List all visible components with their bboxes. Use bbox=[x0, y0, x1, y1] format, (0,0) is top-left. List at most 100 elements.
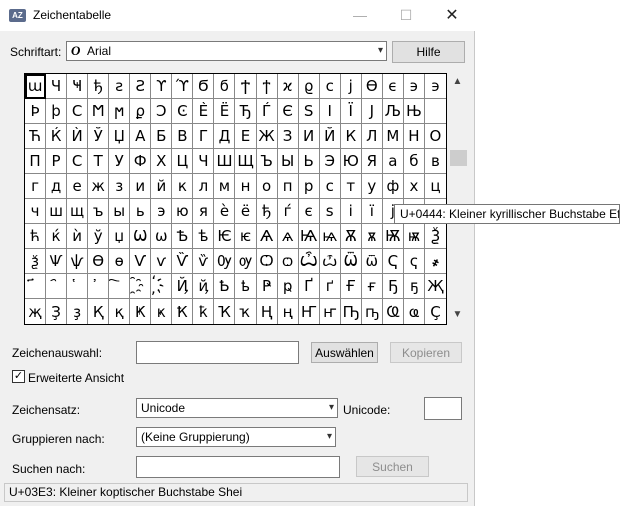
character-cell[interactable]: Ѝ bbox=[67, 124, 89, 149]
select-button[interactable]: Auswählen bbox=[311, 342, 378, 363]
character-cell[interactable]: Б bbox=[151, 124, 173, 149]
character-cell[interactable]: Ҕ bbox=[382, 274, 404, 299]
character-cell[interactable]: Ϻ bbox=[88, 99, 110, 124]
character-cell[interactable]: Ѣ bbox=[172, 224, 194, 249]
character-cell[interactable]: ї bbox=[361, 199, 383, 224]
character-cell[interactable]: ϒ bbox=[151, 74, 173, 99]
scroll-up-icon[interactable]: ▲ bbox=[449, 76, 466, 87]
character-cell[interactable]: ҡ bbox=[235, 299, 257, 324]
character-cell[interactable]: ќ bbox=[46, 224, 68, 249]
character-cell[interactable]: Ё bbox=[214, 99, 236, 124]
character-cell[interactable]: н bbox=[235, 174, 257, 199]
character-cell[interactable]: Я bbox=[361, 149, 383, 174]
character-cell[interactable]: ϰ bbox=[277, 74, 299, 99]
character-cell[interactable]: т bbox=[340, 174, 362, 199]
selection-input[interactable] bbox=[136, 341, 299, 364]
character-cell[interactable]: þ bbox=[46, 99, 68, 124]
character-cell[interactable]: ѳ bbox=[109, 249, 131, 274]
character-cell[interactable]: Ҋ bbox=[172, 274, 194, 299]
character-cell[interactable]: Ҩ bbox=[383, 299, 404, 324]
character-cell[interactable]: ϼ bbox=[130, 99, 152, 124]
character-cell[interactable]: е bbox=[67, 174, 89, 199]
character-cell[interactable]: ћ bbox=[25, 224, 47, 249]
character-cell[interactable]: Њ bbox=[403, 99, 425, 124]
character-cell[interactable]: л bbox=[193, 174, 215, 199]
character-cell[interactable]: Щ bbox=[235, 149, 257, 174]
advanced-view-label[interactable]: Erweiterte Ansicht bbox=[28, 371, 124, 385]
character-cell[interactable]: И bbox=[298, 124, 320, 149]
character-cell[interactable]: ѽ bbox=[319, 249, 341, 274]
character-cell[interactable]: Ҫ bbox=[425, 299, 446, 324]
character-cell[interactable]: Ѫ bbox=[340, 224, 362, 249]
character-cell[interactable]: ҕ bbox=[403, 274, 425, 299]
character-cell[interactable]: П bbox=[25, 149, 47, 174]
character-cell[interactable] bbox=[424, 99, 446, 124]
character-cell[interactable]: ҇ bbox=[109, 274, 131, 299]
character-cell[interactable]: Ҙ bbox=[46, 299, 68, 324]
character-cell[interactable]: ϓ bbox=[172, 74, 194, 99]
character-cell[interactable]: Й bbox=[319, 124, 341, 149]
character-cell[interactable]: Х bbox=[151, 149, 173, 174]
character-cell[interactable]: Ѡ bbox=[130, 224, 152, 249]
character-cell[interactable]: Җ bbox=[424, 274, 446, 299]
character-cell[interactable]: ѩ bbox=[319, 224, 341, 249]
character-cell[interactable]: Ѿ bbox=[340, 249, 362, 274]
character-cell[interactable]: ϯ bbox=[256, 74, 278, 99]
character-cell[interactable]: Ѓ bbox=[256, 99, 278, 124]
character-cell[interactable]: Ц bbox=[172, 149, 194, 174]
character-cell[interactable]: ѹ bbox=[235, 249, 257, 274]
character-cell[interactable]: Ͼ bbox=[172, 99, 194, 124]
character-cell[interactable]: ѱ bbox=[67, 249, 89, 274]
character-cell[interactable]: ϳ bbox=[340, 74, 362, 99]
unicode-input[interactable] bbox=[424, 397, 462, 420]
advanced-view-checkbox[interactable]: ✓ bbox=[12, 370, 25, 383]
character-cell[interactable]: ϵ bbox=[382, 74, 404, 99]
character-cell[interactable]: Ѱ bbox=[46, 249, 68, 274]
character-cell[interactable]: ѝ bbox=[67, 224, 89, 249]
character-cell[interactable]: Т bbox=[88, 149, 110, 174]
character-cell[interactable]: ы bbox=[109, 199, 131, 224]
character-cell[interactable]: ҥ bbox=[320, 299, 341, 324]
character-cell[interactable]: ѻ bbox=[277, 249, 299, 274]
character-cell[interactable]: ҅ bbox=[67, 274, 89, 299]
character-cell[interactable]: ҄ bbox=[46, 274, 68, 299]
character-cell[interactable]: ҝ bbox=[151, 299, 173, 324]
character-cell[interactable]: Ѐ bbox=[193, 99, 215, 124]
character-grid[interactable]: ɯ Ч Ҹђ ƨ Ƨ ϒ ϓ Ϭϭ Ϯϯ ϰ ϱ ϲ ϳ ϴϵ ϶ ϶ Þþ Ϲ Ϻϻ ϼ Ͻ Ͼ Ѐ Ё Ђ Ѓ Є Ѕ І Ї Ј Љ Њ Ћ… bbox=[24, 73, 447, 325]
character-cell[interactable]: ђ bbox=[256, 199, 278, 224]
character-cell[interactable]: Ч bbox=[46, 74, 68, 99]
character-cell[interactable]: ѣ bbox=[193, 224, 215, 249]
character-cell[interactable]: Ҥ bbox=[299, 299, 320, 324]
character-cell[interactable]: ѵ bbox=[151, 249, 173, 274]
character-cell[interactable]: й bbox=[151, 174, 173, 199]
character-cell[interactable]: ҙ bbox=[67, 299, 89, 324]
character-cell[interactable]: Ѕ bbox=[298, 99, 320, 124]
grid-scrollbar[interactable]: ▲ ▼ bbox=[449, 73, 467, 325]
character-cell[interactable]: Ѽ bbox=[298, 249, 320, 274]
charset-dropdown[interactable]: Unicode ▾ bbox=[136, 398, 338, 418]
character-cell[interactable]: Ͻ bbox=[151, 99, 173, 124]
character-cell[interactable]: О bbox=[424, 124, 446, 149]
character-cell[interactable]: з bbox=[109, 174, 131, 199]
character-cell[interactable]: Є bbox=[277, 99, 299, 124]
character-cell[interactable]: Ҟ bbox=[172, 299, 194, 324]
character-cell[interactable]: У bbox=[109, 149, 131, 174]
character-cell[interactable]: І bbox=[319, 99, 341, 124]
character-cell[interactable]: ҏ bbox=[277, 274, 299, 299]
character-cell[interactable]: џ bbox=[109, 224, 131, 249]
character-cell[interactable]: і bbox=[340, 199, 362, 224]
character-cell[interactable]: ѧ bbox=[277, 224, 299, 249]
character-cell[interactable]: Ш bbox=[214, 149, 236, 174]
character-cell[interactable]: ϭ bbox=[214, 74, 236, 99]
character-cell[interactable]: М bbox=[382, 124, 404, 149]
character-cell[interactable]: Ъ bbox=[256, 149, 278, 174]
character-cell[interactable]: ѫ bbox=[361, 224, 383, 249]
character-cell[interactable]: к bbox=[172, 174, 194, 199]
character-cell[interactable]: ϱ bbox=[298, 74, 320, 99]
character-cell[interactable]: қ bbox=[109, 299, 131, 324]
character-cell[interactable]: г bbox=[25, 174, 47, 199]
character-cell[interactable]: ҈ bbox=[130, 274, 152, 299]
character-cell[interactable]: Л bbox=[361, 124, 383, 149]
character-cell[interactable]: ҍ bbox=[235, 274, 257, 299]
character-cell[interactable]: п bbox=[277, 174, 299, 199]
